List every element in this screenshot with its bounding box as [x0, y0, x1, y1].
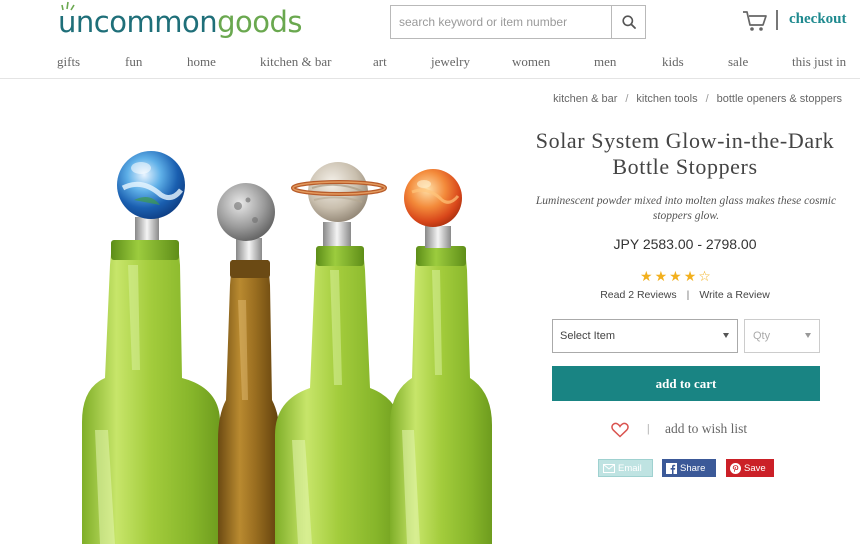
bottle-earth	[82, 151, 220, 544]
nav-item-kitchen-bar[interactable]: kitchen & bar	[260, 54, 331, 70]
breadcrumb-bottle-openers[interactable]: bottle openers & stoppers	[717, 93, 842, 105]
nav-item-kids[interactable]: kids	[662, 54, 684, 70]
logo-text-uncommon: uncommon	[58, 5, 218, 39]
add-to-wish-list-link[interactable]: add to wish list	[665, 421, 747, 437]
nav-divider	[0, 78, 860, 79]
pinterest-save-button[interactable]: Save	[726, 459, 774, 477]
rating-stars: ★ ★ ★ ★ ☆	[640, 268, 730, 285]
pinterest-save-label: Save	[744, 462, 766, 474]
nav-item-this-just-in[interactable]: this just in	[792, 54, 846, 70]
breadcrumb: kitchen & bar / kitchen tools / bottle opene…	[553, 93, 842, 105]
star-outline-icon: ☆	[698, 269, 711, 285]
email-icon	[603, 463, 615, 473]
quantity-dropdown[interactable]: Qty	[744, 319, 820, 353]
main-nav: gifts fun home kitchen & bar art jewelry…	[0, 50, 860, 76]
checkout-link[interactable]: checkout	[789, 11, 847, 28]
add-to-cart-button[interactable]: add to cart	[552, 366, 820, 401]
nav-item-sale[interactable]: sale	[728, 54, 748, 70]
star-icon: ★	[640, 269, 653, 285]
pinterest-icon	[730, 462, 741, 474]
bottle-moon	[217, 183, 280, 544]
nav-item-home[interactable]: home	[187, 54, 216, 70]
search-bar	[390, 5, 646, 39]
cart-icon[interactable]	[742, 10, 768, 32]
bottle-mars	[390, 169, 492, 544]
email-share-button[interactable]: Email	[598, 459, 653, 477]
product-title: Solar System Glow-in-the-Dark Bottle Sto…	[535, 128, 835, 179]
nav-item-jewelry[interactable]: jewelry	[431, 54, 470, 70]
breadcrumb-kitchen-tools[interactable]: kitchen tools	[636, 93, 697, 105]
review-links-divider: |	[686, 289, 690, 301]
heart-icon[interactable]	[611, 422, 629, 438]
write-review-link[interactable]: Write a Review	[699, 289, 769, 301]
review-links: Read 2 Reviews | Write a Review	[560, 289, 810, 301]
nav-item-men[interactable]: men	[594, 54, 616, 70]
site-logo[interactable]: uncommongoods	[58, 1, 302, 42]
search-button[interactable]	[611, 6, 645, 38]
nav-item-gifts[interactable]: gifts	[57, 54, 80, 70]
facebook-share-button[interactable]: Share	[662, 459, 716, 477]
star-icon: ★	[683, 269, 697, 285]
chevron-down-icon	[723, 333, 729, 338]
nav-item-women[interactable]: women	[512, 54, 550, 70]
star-icon: ★	[654, 269, 668, 285]
chevron-down-icon	[805, 333, 811, 338]
logo-text-goods: goods	[217, 5, 302, 39]
select-item-value: Select Item	[560, 330, 616, 342]
facebook-share-label: Share	[680, 462, 706, 474]
quantity-placeholder: Qty	[753, 330, 771, 342]
email-share-label: Email	[618, 462, 642, 474]
logo-spark-icon	[61, 1, 75, 11]
header-divider	[776, 10, 778, 30]
star-icon: ★	[669, 269, 682, 285]
breadcrumb-kitchen-bar[interactable]: kitchen & bar	[553, 93, 617, 105]
wish-list-divider: |	[647, 421, 650, 435]
select-item-dropdown[interactable]: Select Item	[552, 319, 738, 353]
nav-item-art[interactable]: art	[373, 54, 387, 70]
bottle-saturn	[275, 162, 402, 544]
breadcrumb-separator: /	[705, 93, 709, 105]
product-price: JPY 2583.00 - 2798.00	[613, 236, 757, 252]
search-icon	[621, 15, 636, 29]
facebook-icon	[666, 462, 677, 474]
nav-item-fun[interactable]: fun	[125, 54, 142, 70]
product-description: Luminescent powder mixed into molten gla…	[535, 195, 837, 222]
product-image	[82, 151, 492, 544]
search-input[interactable]	[391, 6, 611, 38]
read-reviews-link[interactable]: Read 2 Reviews	[600, 289, 676, 301]
breadcrumb-separator: /	[625, 93, 629, 105]
